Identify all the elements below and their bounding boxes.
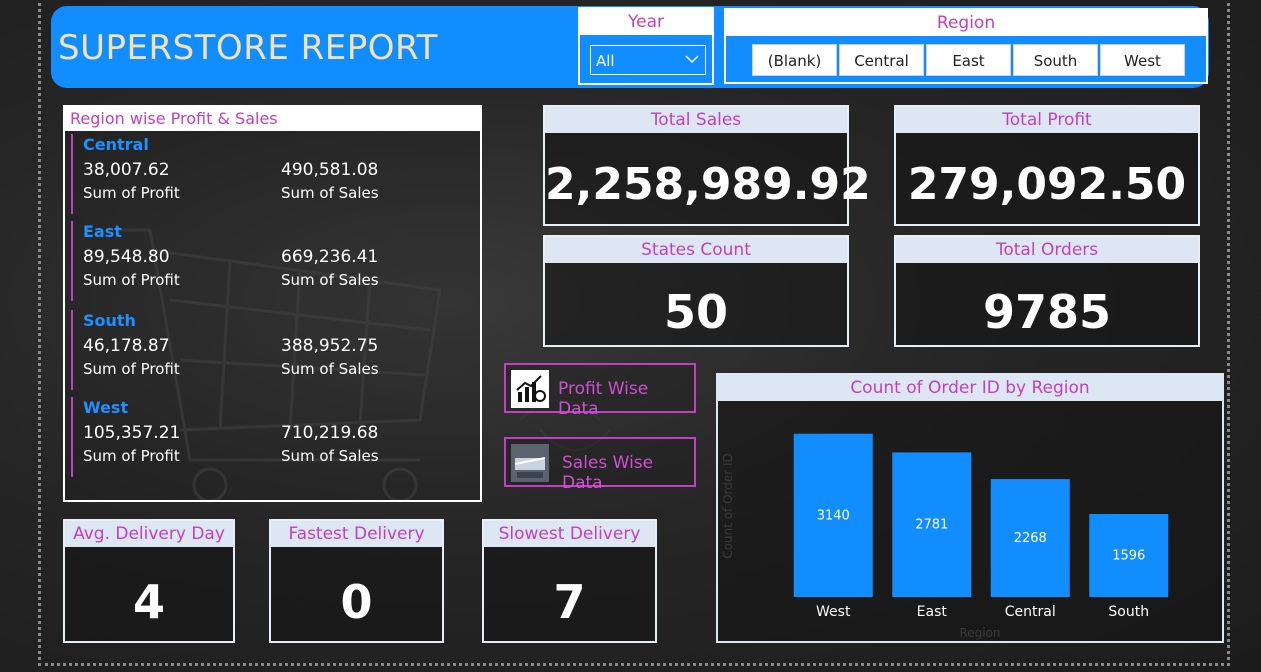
region-button-central[interactable]: Central bbox=[839, 44, 924, 76]
total-orders-card: Total Orders 9785 bbox=[894, 235, 1200, 347]
total-profit-label: Total Profit bbox=[896, 107, 1198, 133]
fastest-delivery-value: 0 bbox=[340, 575, 373, 629]
region-profit-sales-card: Region wise Profit & Sales Central 38,00… bbox=[63, 105, 482, 502]
sales-label: Sum of Sales bbox=[281, 271, 379, 289]
x-tick-label-west: West bbox=[816, 604, 851, 620]
total-profit-value: 279,092.50 bbox=[907, 159, 1187, 210]
sales-label: Sum of Sales bbox=[281, 447, 379, 465]
data-label-south: 1596 bbox=[1112, 549, 1145, 564]
bar-chart-icon bbox=[511, 370, 549, 408]
profit-label: Sum of Profit bbox=[83, 447, 180, 465]
x-tick-label-central: Central bbox=[1005, 604, 1056, 620]
data-label-central: 2268 bbox=[1014, 531, 1047, 546]
region-card-title: Region wise Profit & Sales bbox=[65, 107, 480, 131]
slowest-delivery-card: Slowest Delivery 7 bbox=[482, 519, 657, 643]
y-axis-title: Count of Order ID bbox=[721, 453, 735, 559]
chart-title: Count of Order ID by Region bbox=[718, 375, 1222, 401]
avg-delivery-label: Avg. Delivery Day bbox=[65, 521, 233, 547]
data-label-west: 3140 bbox=[817, 508, 850, 523]
region-group-central: Central 38,007.62 Sum of Profit 490,581.… bbox=[71, 134, 471, 214]
data-label-east: 2781 bbox=[915, 518, 948, 533]
profit-value: 38,007.62 bbox=[83, 160, 170, 180]
year-dropdown[interactable]: All bbox=[590, 45, 706, 75]
profit-value: 46,178.87 bbox=[83, 336, 170, 356]
x-axis-title: Region bbox=[959, 626, 1000, 640]
slowest-delivery-label: Slowest Delivery bbox=[484, 521, 655, 547]
total-sales-card: Total Sales 2,258,989.92 bbox=[543, 105, 871, 226]
profit-label: Sum of Profit bbox=[83, 184, 180, 202]
sales-wise-data-button[interactable]: Sales Wise Data bbox=[504, 437, 696, 493]
profit-wise-data-button[interactable]: Profit Wise Data bbox=[504, 363, 696, 419]
region-name: East bbox=[83, 222, 122, 241]
region-slicer: Region (Blank) Central East South West bbox=[724, 8, 1208, 84]
bar-chart-plot: Count of Order ID 3140 West 2781 East 2268 Cen… bbox=[721, 433, 1169, 640]
fastest-delivery-card: Fastest Delivery 0 bbox=[269, 519, 444, 643]
region-name: South bbox=[83, 311, 136, 330]
page-title: SUPERSTORE REPORT bbox=[58, 28, 438, 68]
sales-value: 710,219.68 bbox=[281, 423, 379, 443]
avg-delivery-value: 4 bbox=[132, 575, 165, 629]
avg-delivery-card: Avg. Delivery Day 4 bbox=[63, 519, 235, 643]
region-group-west: West 105,357.21 Sum of Profit 710,219.68… bbox=[71, 397, 471, 477]
x-tick-label-east: East bbox=[917, 604, 948, 620]
region-button-west[interactable]: West bbox=[1100, 44, 1185, 76]
total-orders-value: 9785 bbox=[982, 285, 1112, 339]
region-slicer-label: Region bbox=[726, 10, 1206, 36]
sales-wise-data-label: Sales Wise Data bbox=[562, 453, 654, 493]
states-count-label: States Count bbox=[545, 237, 847, 263]
year-slicer: Year All bbox=[578, 7, 714, 85]
total-orders-label: Total Orders bbox=[896, 237, 1198, 263]
region-name: Central bbox=[83, 135, 149, 154]
profit-value: 105,357.21 bbox=[83, 423, 181, 443]
chevron-down-icon bbox=[685, 55, 699, 64]
states-count-card: States Count 50 bbox=[543, 235, 849, 347]
sales-label: Sum of Sales bbox=[281, 360, 379, 378]
profit-value: 89,548.80 bbox=[83, 247, 170, 267]
total-profit-card: Total Profit 279,092.50 bbox=[894, 105, 1200, 226]
x-tick-label-south: South bbox=[1108, 604, 1149, 620]
region-button-east[interactable]: East bbox=[926, 44, 1011, 76]
total-sales-value: 2,258,989.92 bbox=[545, 159, 871, 210]
sales-value: 388,952.75 bbox=[281, 336, 379, 356]
sales-image-icon bbox=[511, 444, 549, 482]
year-slicer-label: Year bbox=[580, 9, 712, 35]
profit-wise-data-label: Profit Wise Data bbox=[558, 379, 649, 419]
region-group-east: East 89,548.80 Sum of Profit 669,236.41 … bbox=[71, 221, 471, 301]
region-button-south[interactable]: South bbox=[1013, 44, 1098, 76]
states-count-value: 50 bbox=[663, 285, 728, 339]
sales-value: 490,581.08 bbox=[281, 160, 379, 180]
region-button-blank[interactable]: (Blank) bbox=[752, 44, 837, 76]
profit-label: Sum of Profit bbox=[83, 271, 180, 289]
total-sales-label: Total Sales bbox=[545, 107, 847, 133]
slowest-delivery-value: 7 bbox=[553, 575, 586, 629]
region-group-south: South 46,178.87 Sum of Profit 388,952.75… bbox=[71, 310, 471, 390]
orders-by-region-chart: Count of Order ID by Region Count of Ord… bbox=[716, 373, 1224, 643]
sales-label: Sum of Sales bbox=[281, 184, 379, 202]
profit-label: Sum of Profit bbox=[83, 360, 180, 378]
region-name: West bbox=[83, 398, 129, 417]
year-dropdown-value: All bbox=[596, 52, 615, 70]
fastest-delivery-label: Fastest Delivery bbox=[271, 521, 442, 547]
sales-value: 669,236.41 bbox=[281, 247, 379, 267]
